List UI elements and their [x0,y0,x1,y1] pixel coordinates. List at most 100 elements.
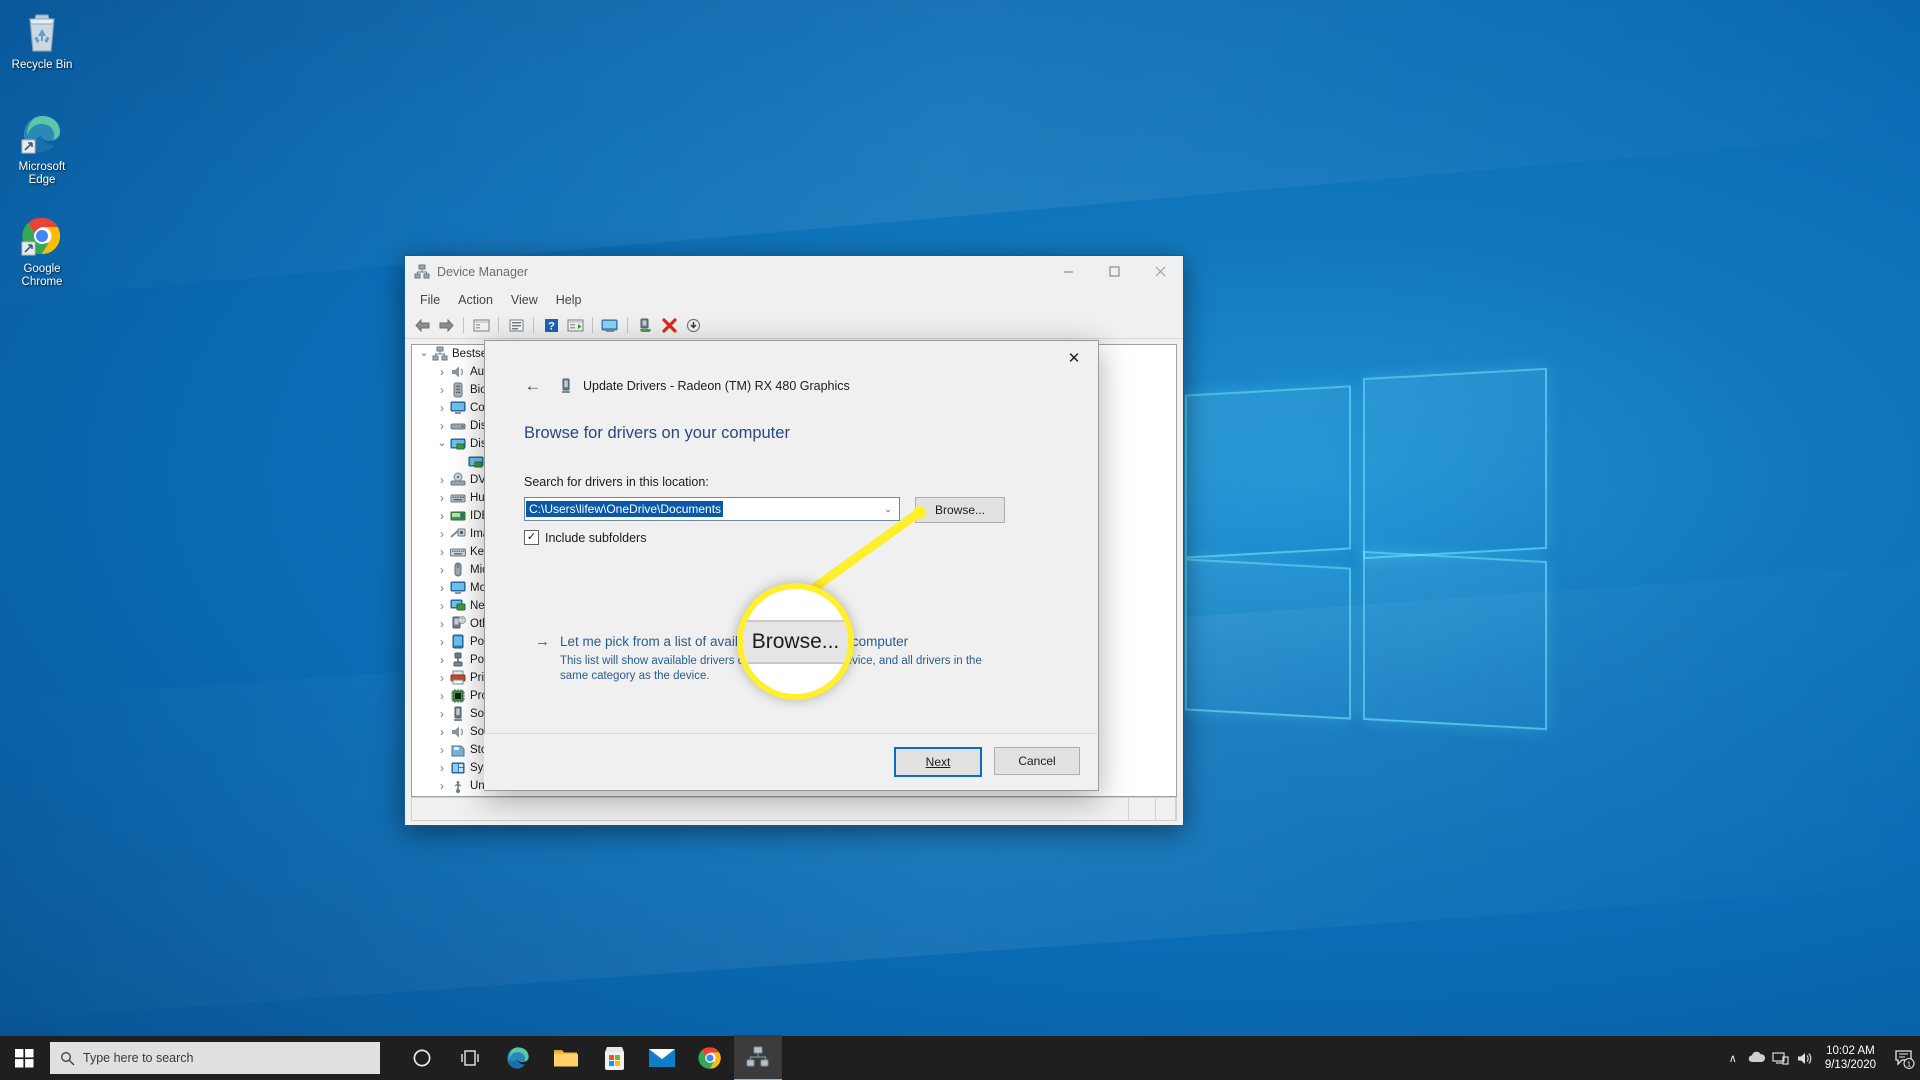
chevron-right-icon[interactable]: › [434,743,450,757]
help-icon[interactable]: ? [540,314,562,336]
chevron-down-icon[interactable]: ⌄ [416,346,432,359]
microsoft-edge-icon [0,110,84,158]
volume-icon[interactable] [1793,1051,1817,1066]
install-legacy-icon[interactable] [682,314,704,336]
menu-file[interactable]: File [411,291,449,309]
checkbox-check-icon[interactable]: ✓ [524,530,539,545]
keyboard-icon [450,548,466,557]
location-combobox[interactable]: C:\Users\lifew\OneDrive\Documents ⌄ [524,497,900,521]
close-button[interactable] [1137,256,1183,287]
notifications-button[interactable]: 1 [1888,1048,1920,1069]
chevron-down-icon[interactable]: ⌄ [434,436,450,449]
desktop[interactable]: Recycle Bin Microsoft Edge Google Chrome… [0,0,1920,1080]
chevron-right-icon[interactable]: › [434,419,450,433]
chevron-right-icon[interactable]: › [434,635,450,649]
notification-count: 1 [1906,1059,1910,1068]
next-button[interactable]: Next [894,747,982,777]
cortana-icon[interactable] [398,1036,446,1080]
processor-icon [451,689,465,703]
update-drivers-dialog[interactable]: ✕ [484,340,1099,791]
chevron-right-icon[interactable]: › [434,383,450,397]
tray-chevron-up-icon[interactable]: ∧ [1721,1052,1745,1065]
menu-view[interactable]: View [502,291,547,309]
chevron-right-icon[interactable]: › [434,509,450,523]
uninstall-device-icon[interactable] [658,314,680,336]
taskbar[interactable]: Type here to search ∧ 10:02 AM 9/13/2020… [0,1035,1920,1080]
include-subfolders-label: Include subfolders [545,530,647,545]
device-manager-statusbar [411,797,1177,821]
chevron-right-icon[interactable]: › [434,491,450,505]
forward-arrow-icon[interactable] [435,314,457,336]
chevron-right-icon[interactable]: › [434,725,450,739]
device-manager-title: Device Manager [437,265,529,279]
toolbar-separator [498,317,499,333]
chevron-right-icon[interactable]: › [434,599,450,613]
desktop-icon-recycle-bin[interactable]: Recycle Bin [0,8,84,72]
audio-icon [452,366,463,378]
search-input[interactable]: Type here to search [50,1042,380,1074]
onedrive-icon[interactable] [1745,1051,1769,1065]
chevron-right-icon[interactable]: › [434,617,450,631]
let-me-pick-link[interactable]: Let me pick from a list of available dri… [560,634,908,649]
chevron-right-icon[interactable]: › [434,527,450,541]
toolbar-separator [533,317,534,333]
dvd-icon [450,472,466,486]
browse-button[interactable]: Browse... [915,497,1005,523]
portable-device-icon [452,634,464,649]
search-icon [61,1051,75,1065]
microsoft-edge-icon[interactable] [494,1036,542,1080]
chevron-right-icon[interactable]: › [434,689,450,703]
device-manager-menubar[interactable]: File Action View Help [405,288,1183,312]
chevron-right-icon[interactable]: › [434,707,450,721]
chevron-right-icon[interactable]: › [434,365,450,379]
chevron-right-icon[interactable]: › [434,563,450,577]
chevron-down-icon[interactable]: ⌄ [878,498,898,520]
network-icon[interactable] [1769,1051,1793,1066]
desktop-icon-google-chrome[interactable]: Google Chrome [0,212,84,289]
menu-action[interactable]: Action [449,291,502,309]
menu-help[interactable]: Help [547,291,591,309]
chevron-right-icon[interactable]: › [434,671,450,685]
microsoft-store-icon[interactable] [590,1036,638,1080]
magnified-browse-label: Browse... [743,619,848,664]
imaging-icon [450,528,466,538]
chevron-right-icon[interactable]: › [434,653,450,667]
minimize-button[interactable] [1045,256,1091,287]
task-view-icon[interactable] [446,1036,494,1080]
desktop-icon-microsoft-edge[interactable]: Microsoft Edge [0,110,84,187]
mail-icon[interactable] [638,1036,686,1080]
show-hidden-devices-icon[interactable] [470,314,492,336]
close-icon[interactable]: ✕ [1052,343,1096,373]
maximize-button[interactable] [1091,256,1137,287]
clock-time: 10:02 AM [1826,1045,1875,1057]
file-explorer-icon[interactable] [542,1036,590,1080]
google-chrome-icon [0,212,84,260]
desktop-icon-label: Google Chrome [21,263,63,288]
chevron-right-icon[interactable]: › [434,581,450,595]
scan-hardware-icon[interactable] [564,314,586,336]
chevron-right-icon[interactable]: › [434,545,450,559]
update-driver-icon[interactable] [599,314,621,336]
device-manager-toolbar[interactable]: ? [405,312,1183,339]
system-tray[interactable]: ∧ 10:02 AM 9/13/2020 1 [1721,1036,1920,1080]
device-manager-titlebar[interactable]: Device Manager [405,256,1183,288]
taskbar-device-manager-icon[interactable] [734,1035,782,1080]
chevron-right-icon[interactable]: › [434,401,450,415]
desktop-icon-label: Recycle Bin [11,59,73,71]
monitor-icon [450,581,466,594]
chevron-right-icon[interactable]: › [434,761,450,775]
back-arrow-icon[interactable]: ← [522,375,544,397]
disable-device-icon[interactable] [634,314,656,336]
cancel-button[interactable]: Cancel [994,747,1080,775]
back-arrow-icon[interactable] [411,314,433,336]
mouse-icon [454,562,462,577]
toolbar-separator [627,317,628,333]
clock[interactable]: 10:02 AM 9/13/2020 [1825,1044,1876,1072]
chevron-right-icon[interactable]: › [434,779,450,793]
chevron-right-icon[interactable]: › [434,473,450,487]
properties-icon[interactable] [505,314,527,336]
toolbar-separator [463,317,464,333]
include-subfolders-checkbox[interactable]: ✓ Include subfolders [524,530,646,545]
google-chrome-icon[interactable] [686,1036,734,1080]
start-icon[interactable] [0,1036,48,1080]
